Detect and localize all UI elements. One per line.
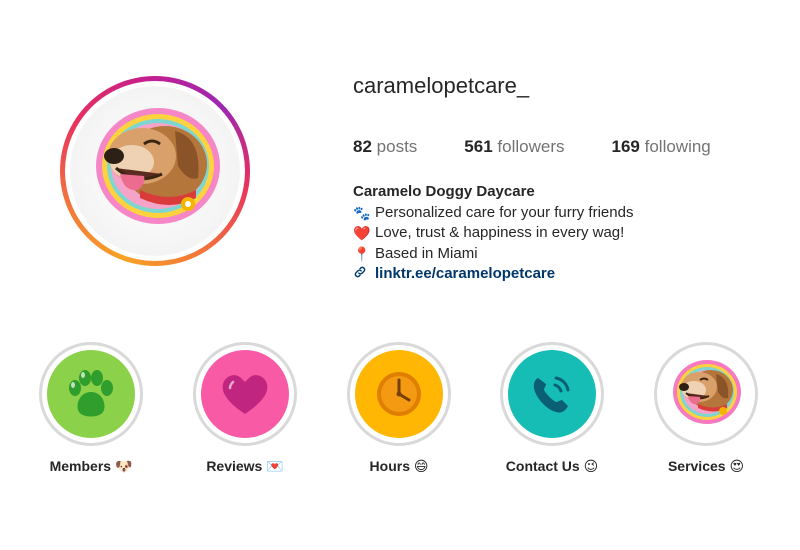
clock-icon: [355, 350, 443, 438]
highlight-ring: [347, 342, 451, 446]
bio-name: Caramelo Doggy Daycare: [353, 183, 535, 200]
profile-avatar[interactable]: [60, 76, 250, 266]
profile-username: caramelopetcare_: [353, 73, 530, 98]
highlight-hours[interactable]: Hours 😄: [339, 342, 459, 475]
highlight-members[interactable]: Members 🐶: [31, 342, 151, 475]
posts-count: 82 posts: [353, 137, 417, 157]
highlight-label: Services 😍: [667, 458, 745, 474]
highlight-ring: [193, 342, 297, 446]
bio-line-3: 📍 Based in Miami: [353, 244, 633, 265]
posts-number: 82: [353, 137, 372, 156]
profile-bio: Caramelo Doggy Daycare 🐾 Personalized ca…: [353, 182, 633, 285]
highlight-services[interactable]: Services 😍: [646, 342, 766, 475]
red-heart-icon: ❤️: [353, 225, 371, 241]
posts-label: posts: [376, 137, 418, 156]
story-highlights: Members 🐶 Reviews 💌 Hours 😄 Contact Us 😉…: [0, 342, 800, 482]
bio-line-2: ❤️ Love, trust & happiness in every wag!: [353, 223, 633, 244]
highlight-ring: [500, 342, 604, 446]
pin-icon: 📍: [353, 245, 371, 262]
followers-label: followers: [497, 137, 565, 156]
bio-line-3-text: Based in Miami: [375, 244, 478, 262]
followers-count[interactable]: 561 followers: [464, 137, 564, 157]
bio-link-row: linktr.ee/caramelopetcare: [353, 264, 633, 285]
dog-avatar-icon: [662, 350, 750, 438]
following-count[interactable]: 169 following: [612, 137, 711, 157]
highlight-ring: [39, 342, 143, 446]
highlight-label: Hours 😄: [369, 458, 429, 474]
profile-stats: 82 posts 561 followers 169 following: [353, 137, 758, 157]
dog-avatar-icon: [70, 86, 240, 256]
followers-number: 561: [464, 137, 493, 156]
bio-link[interactable]: linktr.ee/caramelopetcare: [375, 264, 555, 285]
link-icon: [353, 264, 375, 285]
highlight-contact-us[interactable]: Contact Us 😉: [492, 342, 612, 475]
paw-icon: [47, 350, 135, 438]
highlight-label: Contact Us 😉: [505, 458, 599, 474]
avatar-inner-ring: [65, 81, 245, 261]
highlight-label: Members 🐶: [49, 458, 133, 474]
highlight-reviews[interactable]: Reviews 💌: [185, 342, 305, 475]
highlight-ring: [654, 342, 758, 446]
paw-prints-icon: 🐾: [353, 204, 371, 221]
bio-line-1: 🐾 Personalized care for your furry frien…: [353, 203, 633, 224]
heart-icon: [201, 350, 289, 438]
phone-icon: [508, 350, 596, 438]
following-number: 169: [611, 137, 640, 156]
following-label: following: [644, 137, 711, 156]
bio-line-2-text: Love, trust & happiness in every wag!: [375, 224, 625, 241]
bio-line-1-text: Personalized care for your furry friends: [375, 203, 634, 221]
highlight-label: Reviews 💌: [206, 458, 284, 474]
